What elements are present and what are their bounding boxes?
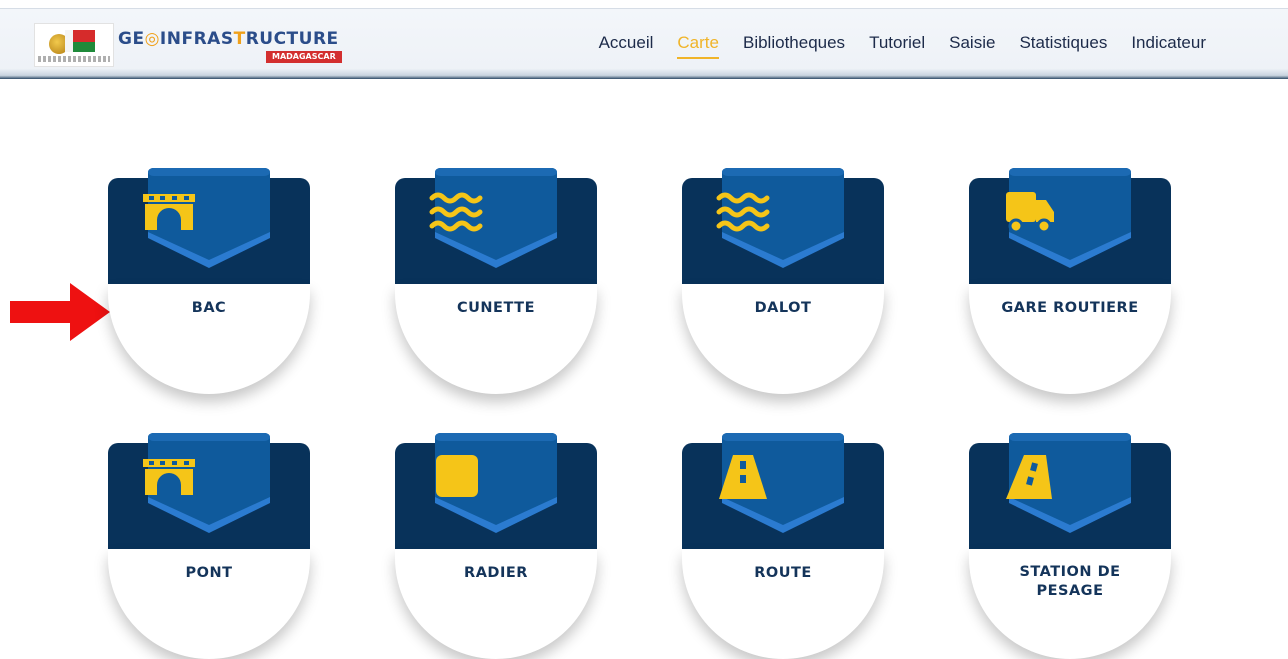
nav-carte[interactable]: Carte (665, 31, 731, 59)
category-card-cunette[interactable]: CUNETTE (395, 168, 597, 394)
logo-text: GE◎INFRASTRUCTURE (118, 29, 339, 49)
nav-accueil[interactable]: Accueil (587, 31, 666, 55)
category-card-dalot[interactable]: DALOT (682, 168, 884, 394)
nav-statistiques[interactable]: Statistiques (1007, 31, 1119, 55)
site-logo[interactable]: GE◎INFRASTRUCTURE MADAGASCAR (34, 23, 342, 67)
bridge-icon (139, 186, 199, 238)
emblem-icon (34, 23, 114, 67)
nav-saisie[interactable]: Saisie (937, 31, 1007, 55)
nav-indicateur[interactable]: Indicateur (1119, 31, 1218, 55)
category-card-station-de-pesage[interactable]: STATION DE PESAGE (969, 433, 1171, 659)
card-label: PONT (185, 565, 233, 581)
card-label: GARE ROUTIERE (1001, 300, 1139, 316)
nav-tutoriel[interactable]: Tutoriel (857, 31, 937, 55)
card-label: ROUTE (754, 565, 812, 581)
square-icon (426, 451, 486, 503)
road-perspective-icon (1000, 451, 1060, 503)
category-card-pont[interactable]: PONT (108, 433, 310, 659)
card-label: BAC (191, 300, 227, 316)
red-arrow-icon (10, 283, 110, 341)
category-card-radier[interactable]: RADIER (395, 433, 597, 659)
water-icon (713, 186, 773, 238)
water-icon (426, 186, 486, 238)
category-card-route[interactable]: ROUTE (682, 433, 884, 659)
road-icon (713, 451, 773, 503)
card-label: RADIER (464, 565, 528, 581)
truck-icon (1000, 186, 1060, 238)
category-card-gare-routiere[interactable]: GARE ROUTIERE (969, 168, 1171, 394)
category-card-bac[interactable]: BAC (108, 168, 310, 394)
card-label: DALOT (754, 300, 812, 316)
bridge-icon (139, 451, 199, 503)
nav-bibliotheques[interactable]: Bibliotheques (731, 31, 857, 55)
card-label: CUNETTE (457, 300, 535, 316)
card-label: STATION DE PESAGE (1019, 564, 1121, 599)
main-nav: Accueil Carte Bibliotheques Tutoriel Sai… (587, 31, 1218, 59)
logo-subtitle: MADAGASCAR (266, 51, 342, 63)
top-navbar: GE◎INFRASTRUCTURE MADAGASCAR Accueil Car… (0, 8, 1288, 79)
